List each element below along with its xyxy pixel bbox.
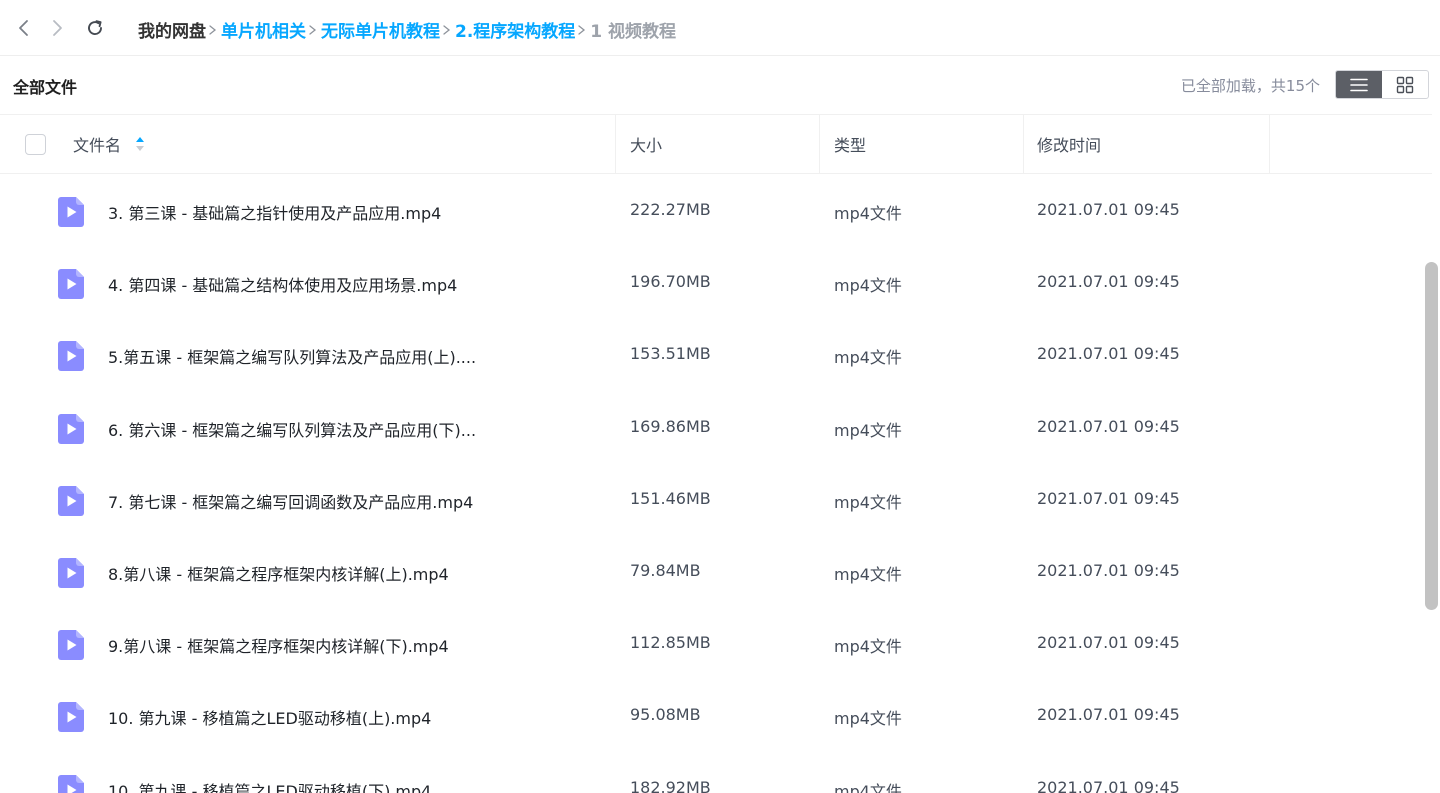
file-size: 79.84MB (630, 560, 701, 580)
select-all-checkbox[interactable] (25, 134, 46, 155)
column-divider (1023, 115, 1024, 173)
breadcrumb: 我的网盘 单片机相关 无际单片机教程 2.程序架构教程 1 视频教程 (138, 16, 676, 42)
breadcrumb-separator-icon (207, 22, 219, 36)
top-toolbar: 我的网盘 单片机相关 无际单片机教程 2.程序架构教程 1 视频教程 (0, 0, 1440, 56)
file-size: 112.85MB (630, 633, 711, 653)
file-mtime: 2021.07.01 09:45 (1037, 344, 1180, 364)
file-row[interactable]: 10. 第九课 - 移植篇之LED驱动移植(上).mp4 95.08MB mp4… (0, 680, 1424, 752)
file-mtime: 2021.07.01 09:45 (1037, 200, 1180, 219)
video-file-icon (58, 774, 84, 793)
video-file-icon (58, 485, 84, 516)
file-size: 182.92MB (630, 777, 711, 793)
file-type: mp4文件 (834, 564, 902, 584)
column-type[interactable]: 类型 (834, 115, 866, 173)
file-size: 222.27MB (630, 200, 711, 219)
column-divider (819, 115, 820, 173)
file-size: 151.46MB (630, 488, 711, 508)
file-size: 153.51MB (630, 344, 711, 364)
file-mtime: 2021.07.01 09:45 (1037, 705, 1180, 725)
column-name[interactable]: 文件名 (73, 115, 145, 173)
column-divider (615, 115, 616, 173)
file-type: mp4文件 (834, 492, 902, 512)
file-size: 95.08MB (630, 705, 701, 725)
breadcrumb-item[interactable]: 2.程序架构教程 (455, 17, 575, 42)
grid-view-button[interactable] (1382, 71, 1428, 98)
breadcrumb-item[interactable]: 无际单片机教程 (321, 17, 440, 42)
file-row[interactable]: 10. 第九课 - 移植篇之LED驱动移植(下).mp4 182.92MB mp… (0, 753, 1424, 793)
file-row[interactable]: 5.第五课 - 框架篇之编写队列算法及产品应用(上).... 153.51MB … (0, 319, 1424, 391)
file-type: mp4文件 (834, 348, 902, 368)
file-mtime: 2021.07.01 09:45 (1037, 633, 1180, 653)
view-toggle (1335, 70, 1429, 99)
column-divider (1269, 115, 1270, 173)
file-row[interactable]: 6. 第六课 - 框架篇之编写队列算法及产品应用(下)... 169.86MB … (0, 392, 1424, 464)
breadcrumb-separator-icon (576, 22, 588, 36)
file-mtime: 2021.07.01 09:45 (1037, 560, 1180, 580)
list-view-button[interactable] (1336, 71, 1382, 98)
breadcrumb-root[interactable]: 我的网盘 (138, 17, 206, 42)
file-row[interactable]: 8.第八课 - 框架篇之程序框架内核详解(上).mp4 79.84MB mp4文… (0, 536, 1424, 608)
video-file-icon (58, 702, 84, 733)
grid-view-icon (1396, 76, 1414, 93)
file-name[interactable]: 10. 第九课 - 移植篇之LED驱动移植(上).mp4 (108, 705, 431, 729)
file-name[interactable]: 3. 第三课 - 基础篇之指针使用及产品应用.mp4 (108, 200, 441, 224)
file-name[interactable]: 9.第八课 - 框架篇之程序框架内核详解(下).mp4 (108, 633, 449, 657)
file-name[interactable]: 4. 第四课 - 基础篇之结构体使用及应用场景.mp4 (108, 272, 457, 296)
video-file-icon (58, 341, 84, 372)
file-name[interactable]: 7. 第七课 - 框架篇之编写回调函数及产品应用.mp4 (108, 489, 473, 513)
breadcrumb-separator-icon (441, 22, 453, 36)
chevron-left-icon (19, 20, 28, 36)
video-file-icon (58, 269, 84, 300)
load-status-text: 已全部加载，共15个 (1180, 77, 1320, 95)
file-type: mp4文件 (834, 637, 902, 657)
file-size: 196.70MB (630, 272, 711, 292)
file-row[interactable]: 9.第八课 - 框架篇之程序框架内核详解(下).mp4 112.85MB mp4… (0, 608, 1424, 680)
chevron-right-icon (53, 20, 62, 36)
file-mtime: 2021.07.01 09:45 (1037, 272, 1180, 292)
file-name[interactable]: 6. 第六课 - 框架篇之编写队列算法及产品应用(下)... (108, 417, 476, 441)
file-type: mp4文件 (834, 276, 902, 296)
vertical-scrollbar[interactable] (1425, 262, 1438, 610)
file-list-header: 全部文件 已全部加载，共15个 (0, 56, 1440, 114)
file-mtime: 2021.07.01 09:45 (1037, 416, 1180, 436)
column-header: 文件名 大小 类型 修改时间 (0, 114, 1432, 174)
breadcrumb-item[interactable]: 单片机相关 (221, 17, 306, 42)
file-size: 169.86MB (630, 416, 711, 436)
refresh-button[interactable] (81, 14, 109, 42)
file-row[interactable]: 3. 第三课 - 基础篇之指针使用及产品应用.mp4 222.27MB mp4文… (0, 175, 1424, 247)
column-name-label: 文件名 (73, 136, 122, 155)
video-file-icon (58, 557, 84, 588)
file-row[interactable]: 7. 第七课 - 框架篇之编写回调函数及产品应用.mp4 151.46MB mp… (0, 464, 1424, 536)
file-type: mp4文件 (834, 709, 902, 729)
sort-arrows-icon[interactable] (135, 135, 145, 153)
back-button[interactable] (10, 14, 38, 42)
file-mtime: 2021.07.01 09:45 (1037, 777, 1180, 793)
file-name[interactable]: 8.第八课 - 框架篇之程序框架内核详解(上).mp4 (108, 561, 449, 585)
breadcrumb-current: 1 视频教程 (590, 21, 677, 42)
all-files-title: 全部文件 (13, 78, 78, 97)
file-type: mp4文件 (834, 420, 902, 440)
refresh-icon (88, 20, 102, 35)
video-file-icon (58, 630, 84, 661)
list-view-icon (1350, 78, 1368, 91)
video-file-icon (58, 197, 84, 227)
file-list: 3. 第三课 - 基础篇之指针使用及产品应用.mp4 222.27MB mp4文… (0, 175, 1424, 793)
file-row[interactable]: 4. 第四课 - 基础篇之结构体使用及应用场景.mp4 196.70MB mp4… (0, 247, 1424, 319)
video-file-icon (58, 413, 84, 444)
forward-button[interactable] (43, 14, 71, 42)
file-name[interactable]: 5.第五课 - 框架篇之编写队列算法及产品应用(上).... (108, 344, 476, 368)
file-type: mp4文件 (834, 204, 902, 223)
column-size[interactable]: 大小 (630, 115, 662, 173)
file-mtime: 2021.07.01 09:45 (1037, 488, 1180, 508)
file-type: mp4文件 (834, 781, 902, 793)
column-mtime[interactable]: 修改时间 (1037, 115, 1101, 173)
breadcrumb-separator-icon (307, 22, 319, 36)
file-name[interactable]: 10. 第九课 - 移植篇之LED驱动移植(下).mp4 (108, 778, 431, 793)
